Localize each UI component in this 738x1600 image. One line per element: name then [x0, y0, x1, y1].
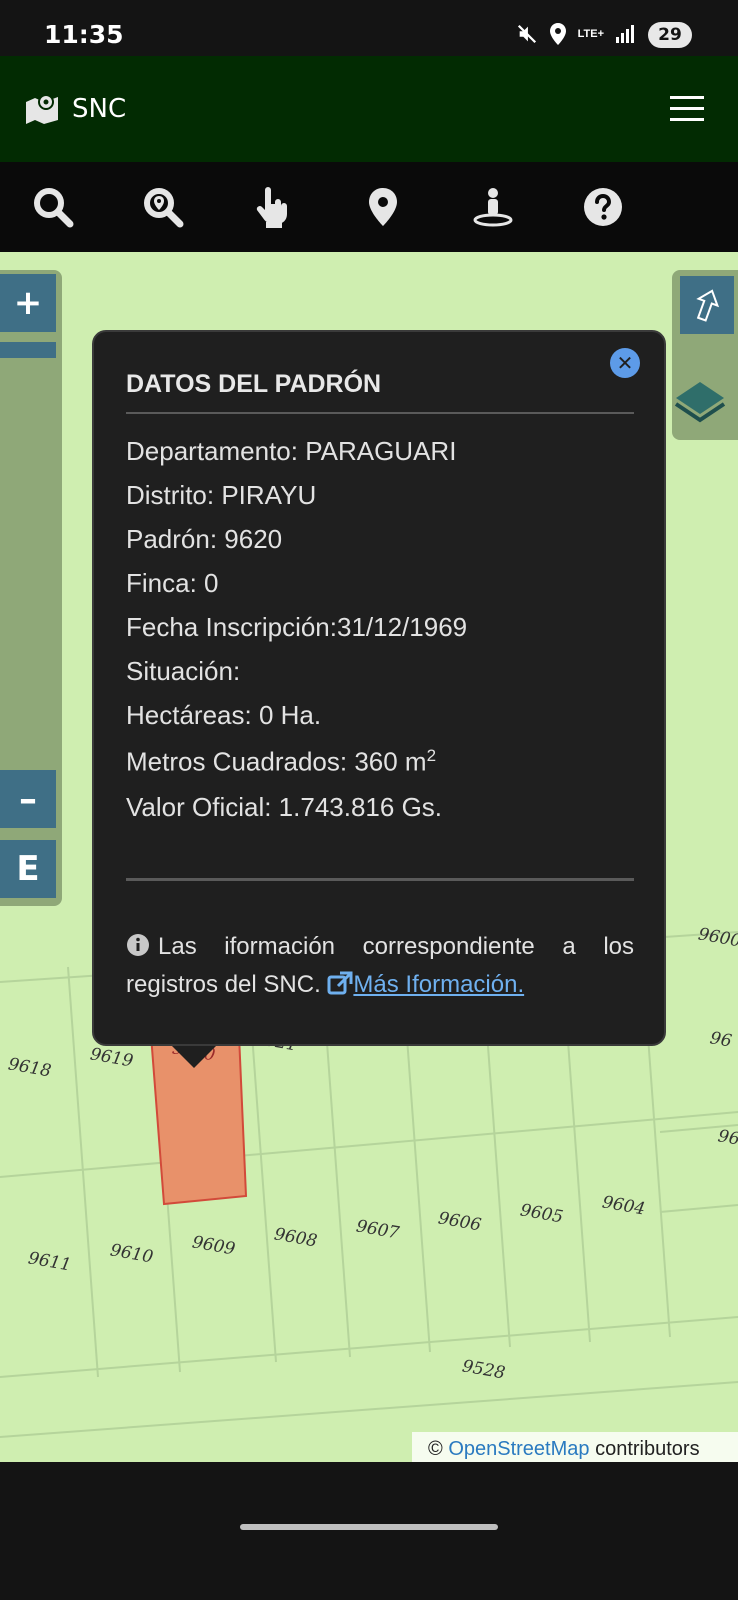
- zoom-location-icon: [144, 188, 184, 228]
- signal-icon: [616, 25, 634, 43]
- close-popup-button[interactable]: ✕: [610, 348, 640, 378]
- home-indicator[interactable]: [240, 1524, 498, 1530]
- more-info-link-text: Más Iformación.: [353, 971, 525, 998]
- pointer-button[interactable]: [248, 182, 298, 232]
- title-divider: [126, 412, 634, 414]
- field-fecha-inscripcion: Fecha Inscripción:31/12/1969: [126, 612, 468, 642]
- field-distrito: Distrito: PIRAYU: [126, 480, 317, 510]
- metros-superscript: 2: [426, 746, 437, 765]
- north-arrow-button[interactable]: [680, 276, 734, 334]
- attribution-suffix: contributors: [595, 1438, 700, 1460]
- location-button[interactable]: [358, 182, 408, 232]
- user-location-button[interactable]: [468, 182, 518, 232]
- info-icon: [127, 934, 149, 956]
- bottom-divider: [126, 878, 634, 881]
- menu-line: [670, 96, 704, 99]
- more-info-link[interactable]: Más Iformación.: [327, 971, 524, 998]
- map-attribution: © OpenStreetMap contributors: [412, 1432, 738, 1466]
- info-note: Las iformación correspondiente a los reg…: [126, 928, 634, 1004]
- field-departamento: Departamento: PARAGUARI: [126, 436, 457, 466]
- zoom-slider-handle[interactable]: [0, 342, 56, 358]
- attribution-prefix: ©: [428, 1438, 443, 1460]
- field-metros-cuadrados: Metros Cuadrados: 360 m2: [126, 746, 436, 778]
- status-bar: 11:35 LTE+ 29: [0, 0, 738, 56]
- app-header: SNC: [0, 56, 738, 162]
- popup-pointer: [172, 1046, 216, 1068]
- parcel-label: 96: [708, 1028, 734, 1052]
- system-nav-bar: [0, 1462, 738, 1600]
- openstreetmap-link[interactable]: OpenStreetMap: [448, 1438, 589, 1460]
- field-hectareas: Hectáreas: 0 Ha.: [126, 700, 322, 730]
- person-pin-icon: [473, 188, 513, 227]
- status-icons: LTE+: [516, 22, 636, 46]
- map-logo-icon: [26, 94, 58, 124]
- help-button[interactable]: [578, 182, 628, 232]
- popup-title: DATOS DEL PADRÓN: [126, 370, 382, 398]
- map-view[interactable]: 9618 9619 9620 9621 9622 9623 9611 9610 …: [0, 252, 738, 1462]
- search-button[interactable]: [28, 182, 78, 232]
- field-valor-oficial: Valor Oficial: 1.743.816 Gs.: [126, 792, 443, 822]
- right-control-panel: [672, 270, 738, 440]
- parcel-label: 96: [716, 1126, 738, 1150]
- battery-indicator: 29: [648, 22, 692, 48]
- location-pin-icon: [369, 188, 397, 226]
- field-situacion: Situación:: [126, 656, 241, 686]
- layers-button[interactable]: [672, 374, 734, 430]
- zoom-panel: + – E: [0, 270, 62, 906]
- north-arrow-icon: [696, 289, 720, 322]
- pointer-hand-icon: [256, 187, 287, 228]
- search-icon: [34, 188, 74, 228]
- field-finca: Finca: 0: [126, 568, 219, 598]
- help-icon: [584, 188, 622, 226]
- menu-button[interactable]: [670, 96, 704, 122]
- zoom-out-button[interactable]: –: [0, 770, 56, 828]
- close-icon: ✕: [616, 351, 634, 375]
- network-type: LTE+: [577, 28, 604, 40]
- menu-line: [670, 118, 704, 121]
- location-icon: [549, 23, 566, 45]
- external-link-icon: [327, 971, 353, 995]
- status-time: 11:35: [44, 20, 124, 49]
- mute-icon: [517, 24, 536, 44]
- e-button[interactable]: E: [0, 840, 56, 898]
- zoom-location-button[interactable]: [138, 182, 188, 232]
- toolbar: [0, 162, 738, 252]
- zoom-in-button[interactable]: +: [0, 274, 56, 332]
- metros-text: Metros Cuadrados: 360 m: [126, 746, 427, 777]
- menu-line: [670, 107, 704, 110]
- layers-icon: [674, 382, 726, 423]
- app-title: SNC: [72, 94, 127, 124]
- field-padron: Padrón: 9620: [126, 524, 283, 554]
- parcel-info-popup: ✕ DATOS DEL PADRÓN Departamento: PARAGUA…: [92, 330, 666, 1046]
